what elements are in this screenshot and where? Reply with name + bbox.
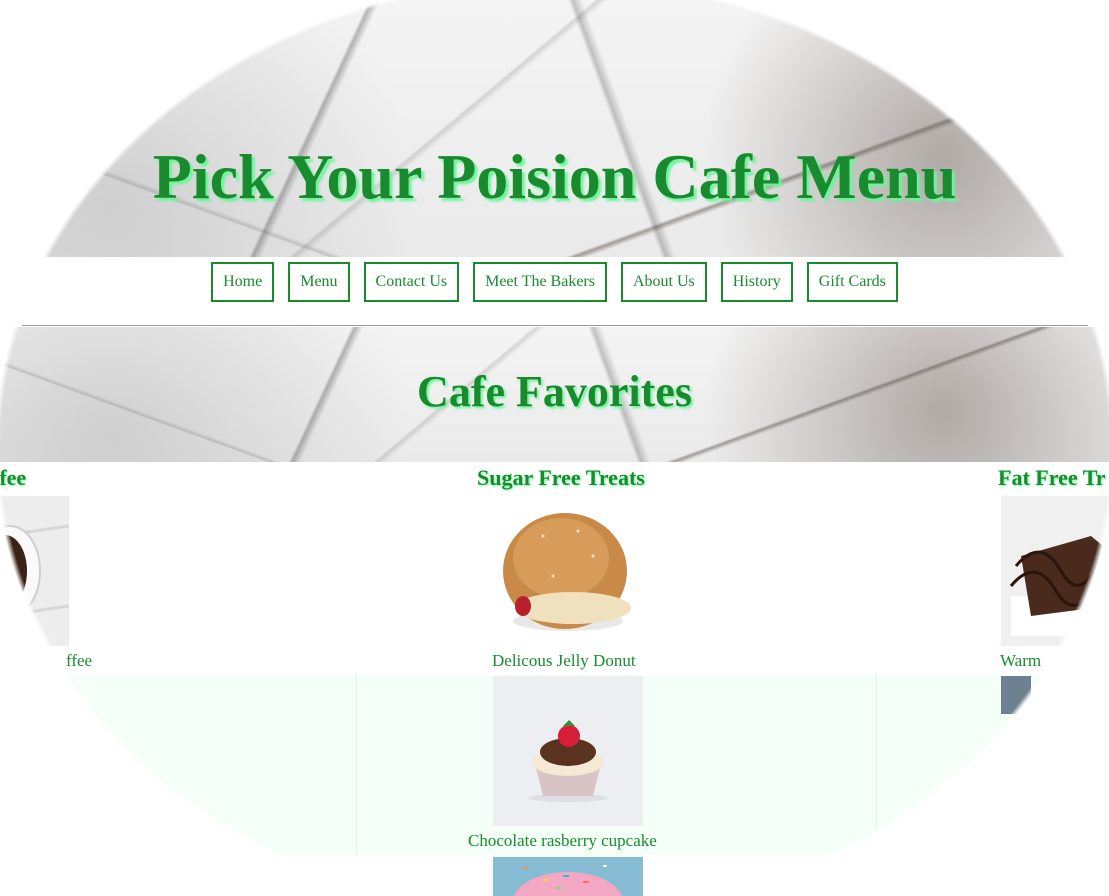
nav-menu[interactable]: Menu bbox=[288, 262, 350, 302]
nav-home[interactable]: Home bbox=[211, 262, 275, 302]
cupcake-photo[interactable] bbox=[493, 676, 643, 826]
column-heading-fat-free: Fat Free Tr bbox=[998, 465, 1106, 490]
brownie-caption: Warm bbox=[1000, 651, 1042, 670]
header-marble-background bbox=[0, 0, 1109, 257]
page: Pick Your Poision Cafe Menu Home Menu Co… bbox=[0, 0, 1109, 896]
sprinkle-donut-photo[interactable] bbox=[493, 857, 643, 896]
donut-icon bbox=[503, 513, 631, 631]
brownie-photo[interactable] bbox=[1001, 496, 1109, 646]
coffee-cup-icon bbox=[0, 496, 69, 646]
section-divider bbox=[22, 325, 1088, 326]
jelly-donut-photo[interactable] bbox=[493, 496, 643, 646]
right-second-photo[interactable] bbox=[1001, 676, 1031, 714]
row-separator-right bbox=[876, 675, 877, 855]
nav-about-us[interactable]: About Us bbox=[620, 262, 707, 302]
cupcake-caption: Chocolate rasberry cupcake bbox=[468, 831, 657, 850]
donut-caption: Delicous Jelly Donut bbox=[492, 651, 636, 670]
column-heading-sugar-free: Sugar Free Treats bbox=[477, 465, 645, 490]
column-heading-coffee: ffee bbox=[0, 465, 27, 490]
coffee-caption: ffee bbox=[66, 651, 93, 670]
site-title: Pick Your Poision Cafe Menu bbox=[152, 141, 957, 212]
nav-contact-us[interactable]: Contact Us bbox=[363, 262, 460, 302]
brownie-icon bbox=[1001, 496, 1109, 646]
nav-gift-cards[interactable]: Gift Cards bbox=[806, 262, 898, 302]
nav-meet-the-bakers[interactable]: Meet The Bakers bbox=[473, 262, 607, 302]
main-nav: Home Menu Contact Us Meet The Bakers Abo… bbox=[0, 262, 1109, 302]
sprinkles-icon bbox=[493, 857, 643, 896]
cupcake-icon bbox=[493, 676, 643, 826]
row-separator-left bbox=[356, 675, 357, 855]
nav-history[interactable]: History bbox=[720, 262, 793, 302]
coffee-photo[interactable] bbox=[0, 496, 69, 646]
favorites-heading: Cafe Favorites bbox=[417, 367, 692, 416]
